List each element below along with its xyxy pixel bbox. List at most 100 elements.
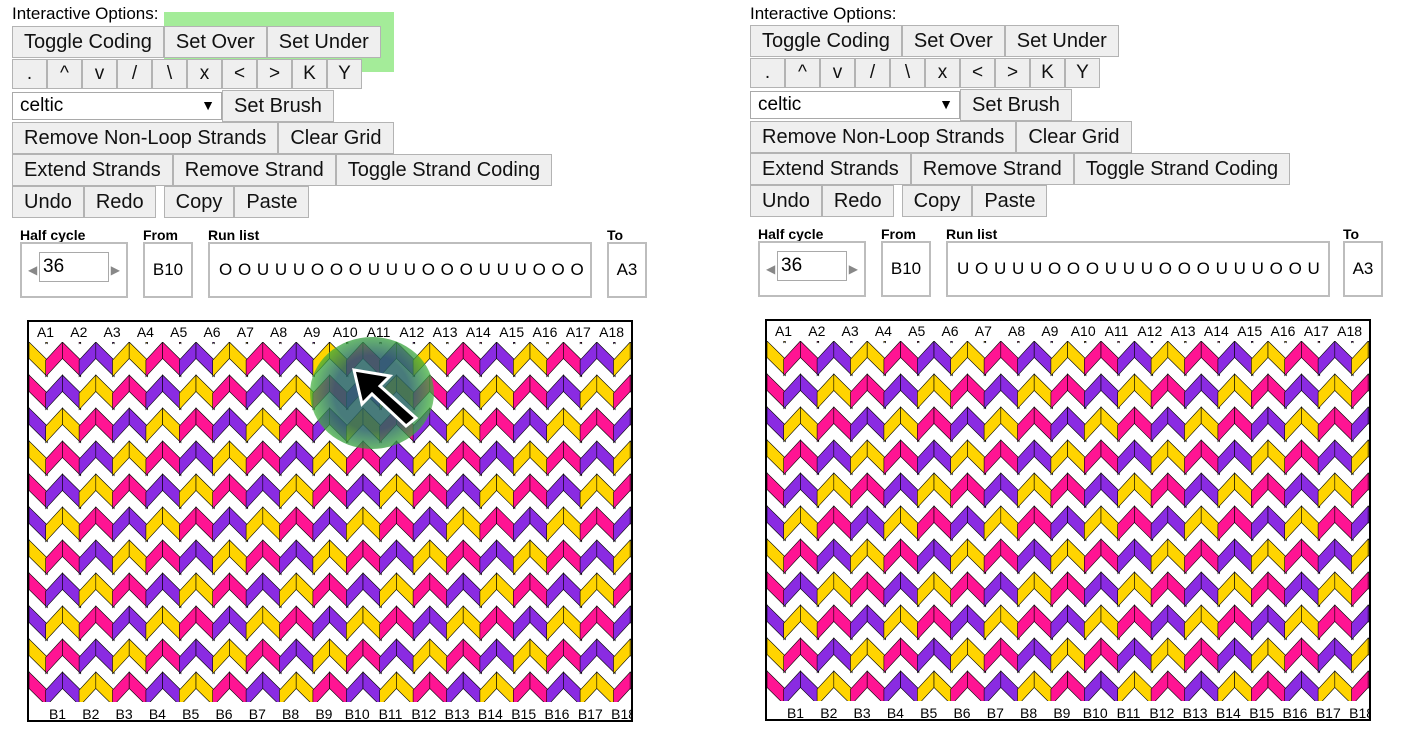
braid-pattern[interactable] [767,341,1369,701]
bottom-label: B8 [1020,705,1038,721]
bottom-label: B7 [986,705,1004,721]
clear-grid-button[interactable]: Clear Grid [1016,121,1132,153]
paste-button[interactable]: Paste [234,186,310,218]
history-row: Undo Redo Copy Paste [12,186,310,218]
copy-button[interactable]: Copy [163,186,235,218]
from-field[interactable]: B10 [143,242,193,298]
symbol-gt-button[interactable]: > [995,58,1030,88]
remove-non-loop-strands-button[interactable]: Remove Non-Loop Strands [750,121,1017,153]
top-label: A12 [1137,323,1163,339]
run-list-field[interactable]: O O U U U O O O U U U O O O U U U O O O [208,242,592,298]
symbol-dot-button[interactable]: . [750,58,785,88]
symbol-y-button[interactable]: Y [1065,58,1100,88]
top-label: A10 [1070,323,1096,339]
symbol-lt-button[interactable]: < [960,58,995,88]
top-label: A1 [36,324,55,340]
top-label: A9 [1041,323,1059,339]
strand-row: Extend Strands Remove Strand Toggle Stra… [750,153,1291,185]
increment-arrow-icon[interactable]: ▶ [111,263,120,277]
symbol-x-button[interactable]: x [925,58,960,88]
to-field[interactable]: A3 [1343,241,1383,297]
brush-select[interactable]: celtic ▼ [12,92,222,120]
grid-row: Remove Non-Loop Strands Clear Grid [12,122,394,154]
undo-button[interactable]: Undo [750,185,822,217]
strand-row: Extend Strands Remove Strand Toggle Stra… [12,154,553,186]
symbol-k-button[interactable]: K [292,59,327,89]
half-cycle-input[interactable]: 36 [39,252,109,282]
symbol-slash-button[interactable]: / [855,58,890,88]
extend-strands-button[interactable]: Extend Strands [750,153,911,185]
half-cycle-input[interactable]: 36 [777,251,847,281]
top-label: A12 [399,324,425,340]
bottom-label: B4 [148,706,166,722]
brush-select-value: celtic [20,95,64,116]
bottom-label: B2 [820,705,838,721]
symbol-y-button[interactable]: Y [327,59,362,89]
symbol-gt-button[interactable]: > [257,59,292,89]
bottom-label: B7 [248,706,266,722]
set-brush-button[interactable]: Set Brush [222,90,334,122]
clear-grid-button[interactable]: Clear Grid [278,122,394,154]
coding-row: Toggle Coding Set Over Set Under [750,25,1119,57]
toggle-strand-coding-button[interactable]: Toggle Strand Coding [335,154,553,186]
bottom-label: B18 [1349,705,1369,721]
bottom-label: B10 [1082,705,1108,721]
top-label: A15 [1237,323,1263,339]
top-label: A8 [1008,323,1026,339]
toggle-coding-button[interactable]: Toggle Coding [750,25,902,57]
interactive-options-label: Interactive Options: [750,4,897,23]
symbol-lt-button[interactable]: < [222,59,257,89]
increment-arrow-icon[interactable]: ▶ [849,262,858,276]
redo-button[interactable]: Redo [83,186,156,218]
remove-strand-button[interactable]: Remove Strand [172,154,336,186]
top-label: A3 [841,323,859,339]
bottom-label: B14 [1215,705,1241,721]
bottom-label: B4 [886,705,904,721]
remove-non-loop-strands-button[interactable]: Remove Non-Loop Strands [12,122,279,154]
decrement-arrow-icon[interactable]: ◀ [28,263,37,277]
symbol-v-button[interactable]: v [82,59,117,89]
bottom-label: B9 [315,706,333,722]
paste-button[interactable]: Paste [972,185,1048,217]
symbol-row: . ^ v / \ x < > K Y [12,59,362,89]
symbol-caret-button[interactable]: ^ [785,58,820,88]
run-list-field[interactable]: U O U U U O O O U U U O O O U U U O O U [946,241,1330,297]
brush-select[interactable]: celtic ▼ [750,91,960,119]
from-field[interactable]: B10 [881,241,931,297]
symbol-k-button[interactable]: K [1030,58,1065,88]
toggle-strand-coding-button[interactable]: Toggle Strand Coding [1073,153,1291,185]
bottom-label: B18 [611,706,631,722]
set-under-button[interactable]: Set Under [266,26,381,58]
bottom-label: B16 [1282,705,1308,721]
top-label: A13 [1170,323,1196,339]
to-field[interactable]: A3 [607,242,647,298]
symbol-backslash-button[interactable]: \ [152,59,187,89]
symbol-slash-button[interactable]: / [117,59,152,89]
top-label: A14 [1203,323,1229,339]
remove-strand-button[interactable]: Remove Strand [910,153,1074,185]
symbol-dot-button[interactable]: . [12,59,47,89]
symbol-caret-button[interactable]: ^ [47,59,82,89]
copy-button[interactable]: Copy [901,185,973,217]
symbol-v-button[interactable]: v [820,58,855,88]
top-label: A17 [1303,323,1329,339]
bottom-label: B14 [477,706,503,722]
to-label: To [607,227,624,243]
symbol-backslash-button[interactable]: \ [890,58,925,88]
decrement-arrow-icon[interactable]: ◀ [766,262,775,276]
set-over-button[interactable]: Set Over [163,26,267,58]
arrow-cursor-icon [352,368,419,428]
set-over-button[interactable]: Set Over [901,25,1005,57]
redo-button[interactable]: Redo [821,185,894,217]
extend-strands-button[interactable]: Extend Strands [12,154,173,186]
symbol-x-button[interactable]: x [187,59,222,89]
bottom-label: B12 [1149,705,1175,721]
top-label: A13 [432,324,458,340]
set-brush-button[interactable]: Set Brush [960,89,1072,121]
braid-grid[interactable]: A1 A2 A3 A4 A5 A6 A7 A8 A9 A10 A11 A12 A13 A14 A15 A16 A… [765,319,1371,721]
toggle-coding-button[interactable]: Toggle Coding [12,26,164,58]
top-label: A2 [808,323,826,339]
set-under-button[interactable]: Set Under [1004,25,1119,57]
top-label: A7 [974,323,992,339]
undo-button[interactable]: Undo [12,186,84,218]
